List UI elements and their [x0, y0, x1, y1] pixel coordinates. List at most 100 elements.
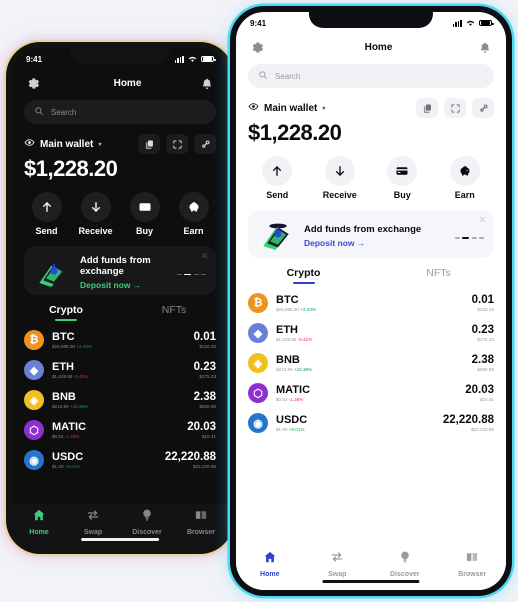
action-send[interactable]: Send — [22, 192, 71, 236]
action-receive[interactable]: Receive — [309, 156, 372, 200]
promo-banner[interactable]: Add funds from exchange Deposit now → — [248, 210, 494, 258]
coin-price: $1.00 — [52, 464, 64, 470]
coin-value: $275.33 — [199, 374, 216, 380]
chevron-down-icon: ▾ — [98, 141, 102, 148]
deposit-now-link[interactable]: Deposit now → — [80, 280, 171, 290]
table-row[interactable]: ₿ BTC $26,685.00 +2.43% 0.01 $226.25 — [24, 325, 216, 355]
table-row[interactable]: ◆ ETH $1,628.65 -0.42% 0.23 $275.33 — [24, 355, 216, 385]
coin-value: $22,220.88 — [193, 464, 216, 470]
carousel-dots[interactable] — [176, 273, 206, 276]
wallet-selector[interactable]: Main wallet ▾ — [24, 137, 101, 151]
search-icon — [34, 106, 44, 118]
wifi-icon — [187, 54, 198, 65]
action-earn[interactable]: Earn — [169, 192, 218, 236]
wallet-name: Main wallet — [264, 102, 318, 114]
close-icon[interactable] — [478, 215, 487, 226]
carousel-dots[interactable] — [454, 237, 484, 239]
table-row[interactable]: ⬡ MATIC $0.52 -1.36% 20.03 $16.41 — [248, 378, 494, 408]
coin-price-change: $1,628.65 -0.42% — [52, 374, 186, 379]
nav-item-browser[interactable]: Browser — [174, 508, 228, 536]
chevron-down-icon: ▾ — [322, 105, 326, 112]
coin-icon: ◈ — [248, 353, 268, 373]
search-input[interactable]: Search — [248, 64, 494, 88]
table-row[interactable]: ◉ USDC $1.00 +0.01% 22,220.88 $22,220.88 — [248, 408, 494, 438]
coin-amount: 0.23 — [193, 360, 216, 373]
copy-address-button[interactable] — [416, 98, 438, 118]
crypto-list: ₿ BTC $26,685.00 +2.43% 0.01 $226.25 ◆ ETH $1,6… — [12, 321, 228, 475]
table-row[interactable]: ◆ ETH $1,628.65 -0.42% 0.23 $275.33 — [248, 318, 494, 348]
connect-button[interactable] — [194, 134, 216, 154]
coin-symbol: MATIC — [52, 420, 87, 433]
table-row[interactable]: ◈ BNB $212.80 +10.38% 2.38 $506.95 — [24, 385, 216, 415]
coin-amount: 2.38 — [193, 390, 216, 403]
arrow-right-icon: → — [356, 238, 366, 248]
home-indicator-dark — [81, 537, 159, 541]
table-row[interactable]: ◈ BNB $212.80 +10.38% 2.38 $506.95 — [248, 348, 494, 378]
search-placeholder: Search — [275, 71, 301, 81]
bulb-icon — [398, 550, 412, 569]
action-earn[interactable]: Earn — [434, 156, 497, 200]
coin-symbol: BTC — [276, 293, 299, 306]
coin-symbol: BTC — [52, 330, 75, 343]
nav-item-swap[interactable]: Swap — [304, 550, 372, 578]
table-row[interactable]: ₿ BTC $26,685.00 +2.43% 0.01 $226.25 — [248, 288, 494, 318]
action-label: Receive — [322, 190, 357, 200]
tab-nfts[interactable]: NFTs — [120, 304, 228, 321]
arrow-right-icon: → — [132, 280, 142, 290]
coin-price: $1,628.65 — [276, 337, 297, 343]
coin-symbol: BNB — [52, 390, 76, 403]
eye-icon — [24, 137, 35, 151]
nav-item-discover[interactable]: Discover — [371, 550, 439, 578]
nav-item-home[interactable]: Home — [236, 550, 304, 578]
bell-icon[interactable] — [200, 77, 214, 91]
wallet-selector[interactable]: Main wallet ▾ — [248, 101, 325, 115]
coin-symbol: ETH — [52, 360, 74, 373]
search-input[interactable]: Search — [24, 100, 216, 124]
scan-qr-button[interactable] — [444, 98, 466, 118]
promo-title: Add funds from exchange — [304, 224, 422, 235]
coin-amount: 20.03 — [187, 420, 216, 433]
battery-icon — [201, 55, 216, 63]
close-icon[interactable] — [200, 251, 209, 262]
promo-banner[interactable]: Add funds from exchange Deposit now → — [24, 246, 216, 295]
connect-button[interactable] — [472, 98, 494, 118]
nav-item-browser[interactable]: Browser — [439, 550, 507, 578]
scan-qr-button[interactable] — [166, 134, 188, 154]
nav-label: Swap — [328, 571, 347, 578]
coin-change: -1.36% — [288, 397, 304, 403]
tab-nfts[interactable]: NFTs — [371, 267, 506, 284]
table-row[interactable]: ⬡ MATIC $0.52 -1.36% 20.03 $16.41 — [24, 415, 216, 445]
coin-change: +10.38% — [69, 404, 89, 410]
status-icons — [174, 54, 216, 65]
table-row[interactable]: ◉ USDC $1.00 +0.01% 22,220.88 $22,220.88 — [24, 445, 216, 475]
coin-value: $16.41 — [201, 434, 216, 440]
arrow-up-icon — [262, 156, 293, 186]
coin-amount: 0.23 — [471, 323, 494, 336]
deposit-illustration — [39, 260, 65, 287]
nav-item-home[interactable]: Home — [12, 508, 66, 536]
action-receive[interactable]: Receive — [71, 192, 120, 236]
nav-item-swap[interactable]: Swap — [66, 508, 120, 536]
nav-label: Browser — [186, 529, 215, 536]
action-send[interactable]: Send — [246, 156, 309, 200]
wallet-balance: $1,228.20 — [248, 120, 342, 145]
battery-icon — [479, 19, 494, 27]
coin-price-change: $26,685.00 +2.43% — [52, 344, 186, 349]
coin-value: $226.25 — [199, 344, 216, 350]
nav-item-discover[interactable]: Discover — [120, 508, 174, 536]
bottom-navigation: Home Swap Discover Browser — [12, 504, 228, 548]
deposit-now-link[interactable]: Deposit now → — [304, 238, 449, 248]
tab-crypto[interactable]: Crypto — [12, 304, 120, 321]
coin-price-change: $1.00 +0.01% — [52, 464, 157, 469]
coin-icon: ◈ — [24, 390, 44, 410]
gear-icon[interactable] — [26, 76, 41, 91]
coin-price-change: $212.80 +10.38% — [276, 367, 464, 372]
action-buy[interactable]: Buy — [371, 156, 434, 200]
bell-icon[interactable] — [478, 41, 492, 55]
action-buy[interactable]: Buy — [120, 192, 169, 236]
coin-icon: ◆ — [248, 323, 268, 343]
wallet-name: Main wallet — [40, 138, 94, 150]
tab-crypto[interactable]: Crypto — [236, 267, 371, 284]
copy-address-button[interactable] — [138, 134, 160, 154]
gear-icon[interactable] — [250, 40, 265, 55]
